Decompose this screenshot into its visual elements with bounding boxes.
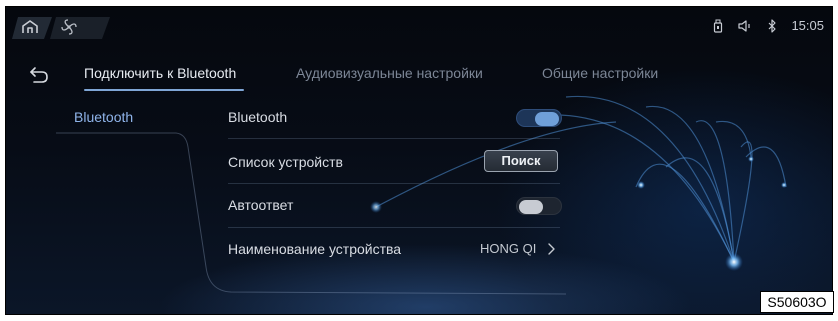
bluetooth-icon — [769, 18, 777, 33]
figure-code-label: S50603O — [760, 291, 834, 313]
sidebar-item-label: Bluetooth — [74, 109, 134, 125]
device-name-value[interactable]: HONG QI — [480, 241, 536, 256]
tab-label: Подключить к Bluetooth — [84, 65, 237, 81]
divider — [228, 138, 560, 139]
divider — [228, 183, 560, 184]
volume-icon — [738, 19, 751, 32]
background-decoration — [56, 95, 787, 295]
active-tab-indicator — [84, 89, 244, 91]
sidebar-item-bluetooth[interactable]: Bluetooth — [74, 109, 133, 125]
tab-general-settings[interactable]: Общие настройки — [542, 65, 658, 81]
chevron-right-icon[interactable] — [546, 242, 556, 256]
bluetooth-label: Bluetooth — [228, 109, 288, 125]
top-bar: 15:05 — [6, 7, 832, 43]
tab-label: Общие настройки — [542, 65, 659, 81]
toggle-knob — [519, 200, 543, 214]
back-icon[interactable] — [28, 65, 50, 85]
fan-icon[interactable] — [50, 15, 110, 41]
divider — [228, 227, 560, 228]
device-list-label: Список устройств — [228, 154, 343, 170]
tab-label: Аудиовизуальные настройки — [296, 65, 483, 81]
auto-answer-toggle[interactable] — [516, 197, 562, 215]
toggle-knob — [535, 112, 559, 126]
head-unit-screen: 15:05 Подключить к Bluetooth Аудиовизуал… — [5, 6, 833, 315]
home-icon[interactable] — [12, 15, 52, 41]
usb-drive-icon — [714, 19, 723, 33]
tab-audio-video-settings[interactable]: Аудиовизуальные настройки — [296, 65, 483, 81]
search-button[interactable]: Поиск — [484, 150, 558, 172]
bluetooth-toggle[interactable] — [516, 109, 562, 127]
clock: 15:05 — [791, 18, 824, 33]
device-name-label: Наименование устройства — [228, 241, 402, 257]
auto-answer-label: Автоответ — [228, 197, 294, 213]
status-bar: 15:05 — [713, 18, 824, 33]
tab-bluetooth-connect[interactable]: Подключить к Bluetooth — [84, 65, 236, 81]
